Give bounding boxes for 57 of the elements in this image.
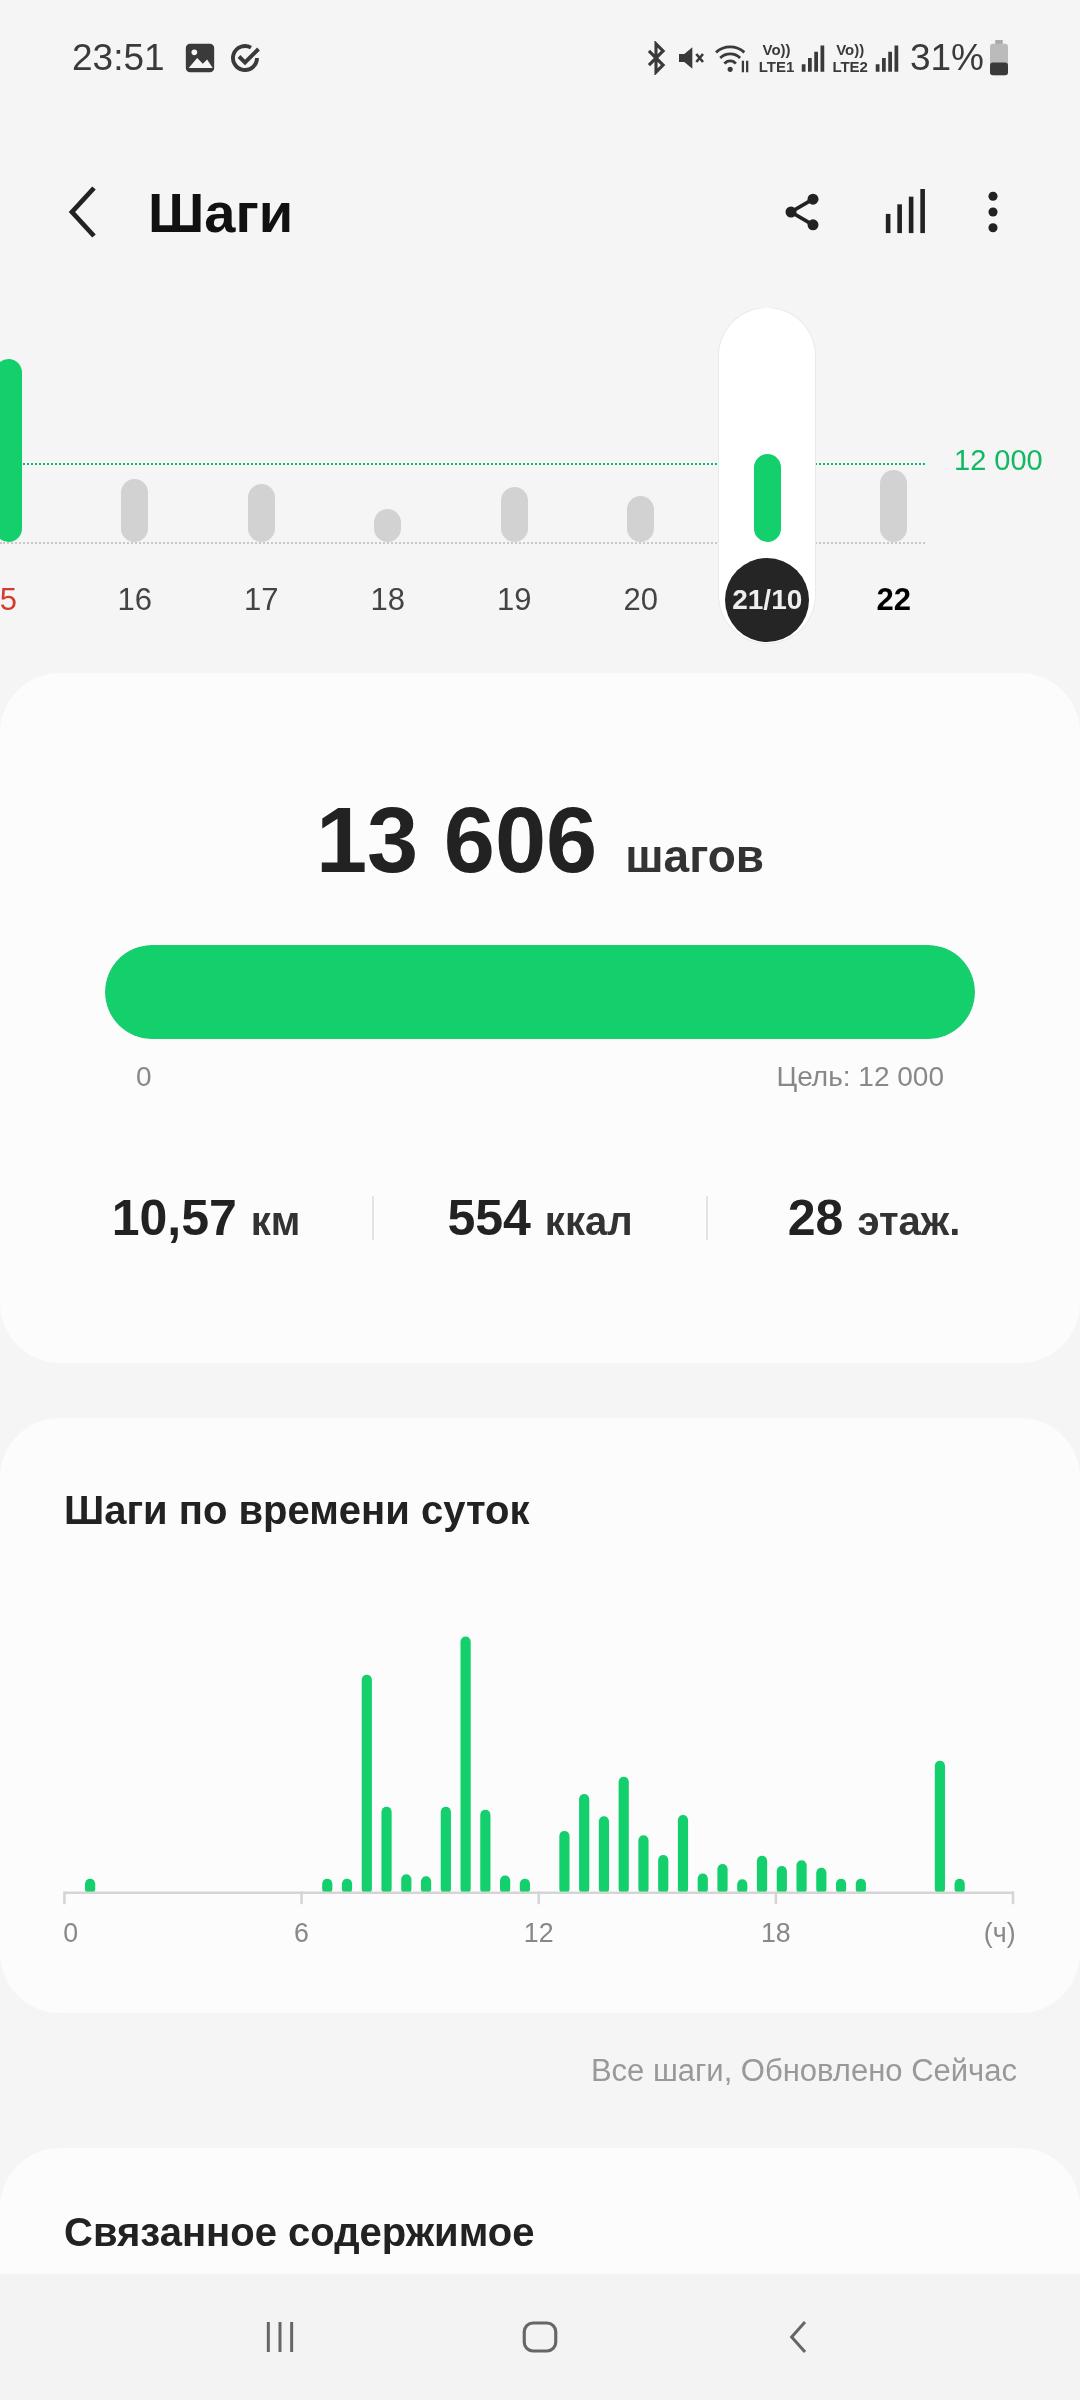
update-note: Все шаги, Обновлено Сейчас (590, 2053, 1017, 2089)
more-options-icon[interactable] (986, 189, 1000, 235)
chart-bar (85, 1878, 96, 1894)
chart-bar (401, 1874, 412, 1894)
clock-time: 23:51 (72, 37, 165, 79)
day-label[interactable]: 19 (497, 558, 532, 642)
chart-bar (638, 1835, 649, 1894)
day-label[interactable]: 17 (244, 558, 279, 642)
step-unit: шагов (625, 829, 765, 883)
selected-day-highlight[interactable]: 21/10 (719, 308, 816, 643)
stat-unit: км (250, 1199, 301, 1244)
battery-percent: 31% (909, 37, 984, 79)
day-label[interactable]: 5 (0, 558, 17, 642)
chart-bar (776, 1865, 787, 1894)
chart-bar (500, 1875, 511, 1894)
chart-bar (421, 1876, 432, 1894)
day-label[interactable]: 16 (117, 558, 152, 642)
signal-icon (800, 43, 827, 73)
axis-label: 0 (63, 1918, 79, 1949)
day-label[interactable]: 18 (370, 558, 405, 642)
stat-value: 10,57 (111, 1189, 237, 1247)
axis-label: (ч) (983, 1918, 1016, 1949)
axis-label: 12 (523, 1918, 554, 1949)
chart-bar (519, 1878, 530, 1894)
stat-value: 28 (787, 1189, 844, 1247)
stat-unit: этаж. (857, 1199, 961, 1244)
chart-bar (737, 1879, 748, 1894)
battery-icon (990, 40, 1008, 76)
sim-label: Vo)) LTE2 (832, 41, 868, 75)
chart-bar (322, 1878, 333, 1894)
progress-min-label: 0 (136, 1061, 152, 1093)
card-title: Связанное содержимое (63, 2210, 536, 2255)
axis-label: 6 (294, 1918, 309, 1949)
chart-bar (559, 1830, 570, 1894)
card-title: Шаги по времени суток (63, 1488, 531, 1533)
sim-label: Vo)) LTE1 (758, 41, 795, 75)
goal-label: Цель: 12 000 (776, 1061, 944, 1093)
chart-bar (816, 1867, 827, 1894)
day-label[interactable]: 21/10 (725, 558, 810, 642)
step-count: 13 606 (315, 788, 598, 893)
goal-value: 12 000 (954, 444, 1043, 477)
chart-bar (954, 1878, 965, 1894)
day-label[interactable]: 20 (623, 558, 658, 642)
chart-bar (836, 1878, 847, 1894)
chart-bar (341, 1878, 353, 1894)
chart-bar (697, 1873, 708, 1894)
chart-bar (756, 1855, 768, 1894)
chart-bar (855, 1878, 866, 1894)
signal-icon (873, 43, 900, 73)
chart-bar (796, 1860, 807, 1894)
stat-value: 554 (447, 1189, 531, 1247)
chart-bar (658, 1855, 669, 1894)
chart-bar (717, 1864, 728, 1894)
stat-unit: ккал (544, 1199, 633, 1244)
day-label[interactable]: 22 (876, 558, 911, 642)
axis-label: 18 (761, 1918, 791, 1949)
screen-title: Шаги (148, 179, 295, 245)
